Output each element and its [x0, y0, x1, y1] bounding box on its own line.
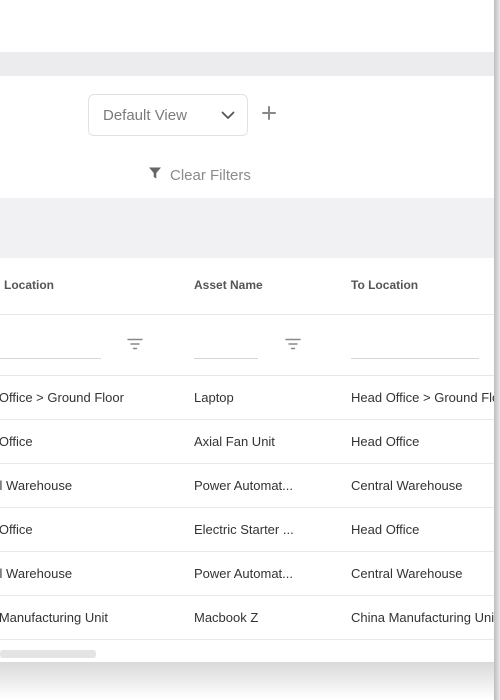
view-select[interactable]: Default View: [88, 94, 248, 136]
cell-asset-name: Laptop: [194, 390, 234, 405]
table-row[interactable]: a Manufacturing Unit Macbook Z China Man…: [0, 596, 494, 640]
funnel-icon: [148, 166, 162, 184]
cell-asset-name: Power Automat...: [194, 478, 293, 493]
table-header-row: Location Asset Name To Location: [0, 258, 494, 315]
cell-location: d Office: [0, 522, 33, 537]
cell-asset-name: Electric Starter ...: [194, 522, 294, 537]
frame-shadow: [0, 662, 500, 700]
table-row[interactable]: ral Warehouse Power Automat... Central W…: [0, 552, 494, 596]
cell-to-location: Central Warehouse: [351, 566, 463, 581]
clear-filters-label: Clear Filters: [170, 166, 251, 184]
column-header-asset-name[interactable]: Asset Name: [194, 278, 263, 292]
cell-to-location: Head Office: [351, 522, 420, 537]
frame-edge: [494, 0, 500, 700]
table-row[interactable]: d Office > Ground Floor Laptop Head Offi…: [0, 376, 494, 420]
cell-to-location: China Manufacturing Uni: [351, 610, 494, 625]
to-location-filter-input[interactable]: [351, 329, 479, 359]
plus-icon: [262, 105, 276, 125]
column-header-to-location[interactable]: To Location: [351, 278, 418, 292]
cell-asset-name: Macbook Z: [194, 610, 259, 625]
clear-filters-button[interactable]: Clear Filters: [148, 164, 251, 186]
cell-asset-name: Power Automat...: [194, 566, 293, 581]
cell-location: ral Warehouse: [0, 566, 73, 581]
chevron-down-icon: [221, 111, 235, 120]
table-row[interactable]: ral Warehouse Power Automat... Central W…: [0, 464, 494, 508]
table-row[interactable]: d Office Electric Starter ... Head Offic…: [0, 508, 494, 552]
filter-lines-icon[interactable]: [127, 337, 143, 351]
cell-location: d Office: [0, 434, 33, 449]
filter-row: [0, 315, 494, 376]
location-filter-input[interactable]: [0, 329, 101, 359]
top-band: [0, 52, 494, 76]
cell-location: ral Warehouse: [0, 478, 73, 493]
cell-to-location: Head Office > Ground Flo: [351, 390, 494, 405]
view-select-value: Default View: [103, 106, 187, 124]
grid-toolbar-band: [0, 198, 494, 258]
horizontal-scrollbar[interactable]: [0, 650, 96, 658]
cell-to-location: Head Office: [351, 434, 420, 449]
asset-name-filter-input[interactable]: [194, 329, 258, 359]
data-grid: Location Asset Name To Location d Office…: [0, 258, 494, 640]
cell-to-location: Central Warehouse: [351, 478, 463, 493]
column-header-location[interactable]: Location: [4, 278, 54, 292]
cell-location: a Manufacturing Unit: [0, 610, 108, 625]
table-row[interactable]: d Office Axial Fan Unit Head Office: [0, 420, 494, 464]
cell-location: d Office > Ground Floor: [0, 390, 124, 405]
app-frame: Default View Clear Filters Location Asse…: [0, 0, 494, 662]
add-view-button[interactable]: [258, 104, 280, 126]
filter-lines-icon[interactable]: [285, 337, 301, 351]
cell-asset-name: Axial Fan Unit: [194, 434, 275, 449]
